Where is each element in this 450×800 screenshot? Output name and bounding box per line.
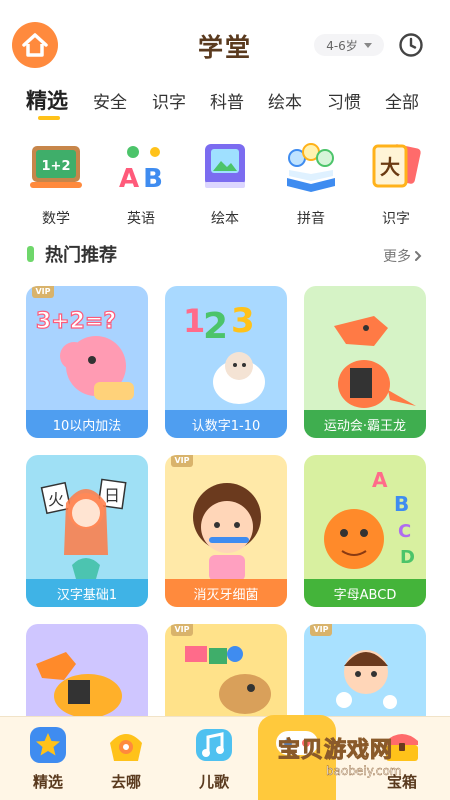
vip-badge: VIP [171, 455, 193, 467]
music-note-icon [196, 729, 232, 761]
card-title: 10以内加法 [26, 410, 148, 438]
bottom-navigation: 精选 去哪 儿歌 宝箱 [0, 715, 450, 800]
abc-letters-icon: A B [119, 146, 163, 194]
nav-label: 去哪 [110, 773, 141, 791]
svg-text:A: A [119, 164, 139, 194]
caret-down-icon [363, 42, 372, 48]
svg-text:大: 大 [380, 155, 400, 179]
clock-icon[interactable] [398, 32, 424, 58]
nav-label: 宝箱 [386, 773, 417, 791]
tab-habits[interactable]: 习惯 [327, 88, 361, 113]
picture-book-icon [205, 144, 245, 188]
svg-text:B: B [143, 164, 163, 194]
category-label: 绘本 [211, 211, 239, 227]
card-title: 运动会·霸王龙 [304, 410, 426, 438]
character-card-icon: 大 [372, 144, 421, 188]
pinyin-book-icon [287, 143, 335, 192]
nav-label: 儿歌 [198, 773, 229, 791]
svg-text:3: 3 [231, 301, 255, 341]
age-filter-dropdown[interactable]: 4-6岁 [314, 34, 384, 56]
category-label: 拼音 [297, 211, 325, 227]
section-marker [27, 246, 34, 262]
tab-picture-books[interactable]: 绘本 [268, 88, 302, 113]
card-title: 消灭牙细菌 [165, 579, 287, 607]
category-characters[interactable]: 大 识字 [361, 140, 431, 227]
nav-label: 精选 [32, 773, 63, 791]
tab-safety[interactable]: 安全 [93, 88, 127, 113]
nav-explore[interactable]: 去哪 [86, 717, 166, 800]
nav-songs[interactable]: 儿歌 [174, 717, 254, 800]
vip-badge: VIP [32, 286, 54, 298]
course-card[interactable]: 运动会·霸王龙 [304, 286, 426, 438]
svg-text:1: 1 [183, 302, 205, 340]
more-label: 更多 [383, 249, 411, 265]
svg-text:1+2: 1+2 [42, 159, 71, 174]
explore-icon [110, 734, 142, 761]
category-math[interactable]: 1+2 数学 [21, 140, 91, 227]
math-board-icon: 1+2 [30, 146, 82, 188]
top-bar: 学堂 4-6岁 [0, 0, 450, 82]
card-art-text: 日 [104, 486, 120, 505]
tab-all[interactable]: 全部 [385, 88, 419, 113]
chevron-right-icon [415, 251, 422, 261]
card-art-text: 火 [48, 490, 64, 509]
category-label: 数学 [42, 211, 70, 227]
more-link[interactable]: 更多 [383, 246, 422, 266]
tab-science[interactable]: 科普 [210, 88, 244, 113]
svg-text:2: 2 [203, 306, 228, 347]
tab-literacy[interactable]: 识字 [152, 88, 186, 113]
card-art-text: B [394, 492, 409, 516]
course-card[interactable]: A B C D 字母ABCD [304, 455, 426, 607]
nav-treasure[interactable]: 宝箱 [362, 717, 442, 800]
course-card[interactable]: 1 2 3 认数字1-10 [165, 286, 287, 438]
card-title: 汉字基础1 [26, 579, 148, 607]
category-picture-book[interactable]: 绘本 [190, 140, 260, 227]
course-card[interactable]: 3+2=? VIP 10以内加法 [26, 286, 148, 438]
age-filter-value: 4-6岁 [326, 38, 358, 53]
vip-badge: VIP [171, 624, 193, 636]
category-english[interactable]: A B 英语 [106, 140, 176, 227]
card-art-text: A [372, 468, 388, 492]
nav-study-hall-active[interactable] [258, 715, 336, 800]
category-pinyin[interactable]: 拼音 [276, 140, 346, 227]
card-title: 字母ABCD [304, 579, 426, 607]
category-label: 识字 [382, 211, 410, 227]
course-card[interactable]: VIP 消灭牙细菌 [165, 455, 287, 607]
treasure-chest-icon [386, 734, 418, 761]
active-tab-indicator [38, 116, 60, 120]
nav-featured[interactable]: 精选 [8, 717, 88, 800]
game-controller-icon [276, 731, 318, 755]
hot-recommend-header: 热门推荐 更多 [0, 238, 450, 272]
section-title: 热门推荐 [45, 245, 117, 266]
card-art-text: D [400, 547, 415, 568]
card-art-text: 3+2=? [36, 309, 116, 334]
star-badge-icon [30, 727, 66, 763]
card-title: 认数字1-10 [165, 410, 287, 438]
course-card[interactable]: 火 日 汉字基础1 [26, 455, 148, 607]
category-tabs: 精选 安全 识字 科普 绘本 习惯 全部 [0, 82, 450, 124]
vip-badge: VIP [310, 624, 332, 636]
tab-featured[interactable]: 精选 [26, 85, 68, 115]
category-label: 英语 [127, 211, 155, 227]
card-art-text: C [398, 521, 411, 542]
